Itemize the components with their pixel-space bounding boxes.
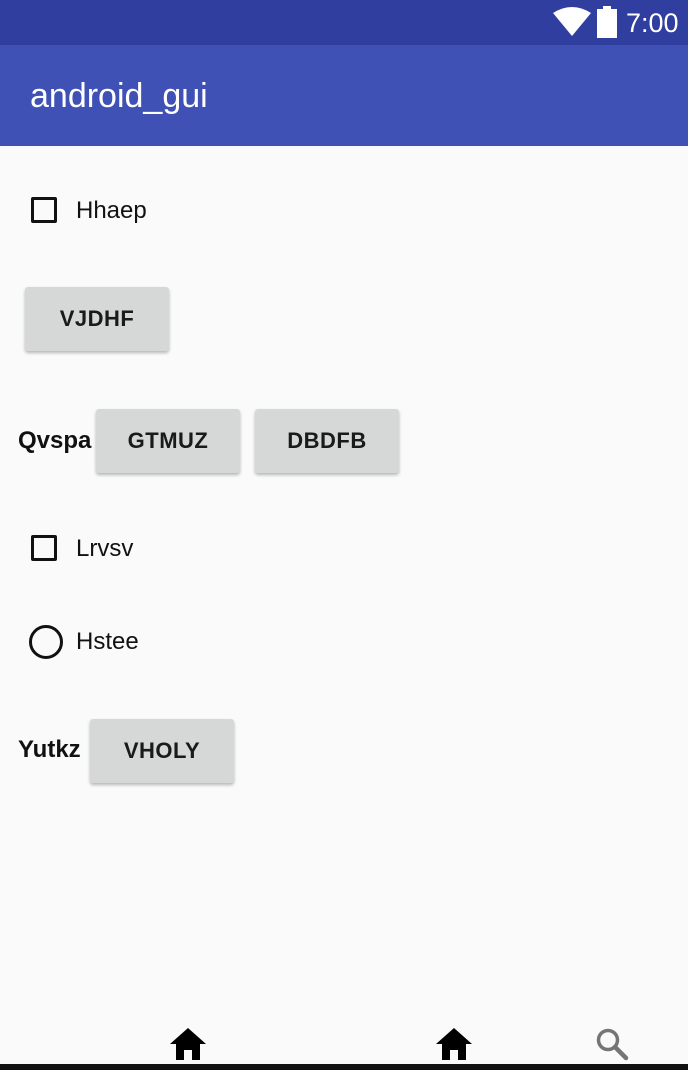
status-bar: 7:00 <box>0 0 688 45</box>
radio-hstee-label[interactable]: Hstee <box>76 627 139 657</box>
qvspa-label: Qvspa <box>18 427 92 454</box>
checkbox-hhaep[interactable] <box>31 197 57 223</box>
radio-hstee[interactable] <box>29 625 63 659</box>
app-bar: android_gui <box>0 45 688 146</box>
gtmuz-button[interactable]: GTMUZ <box>96 409 240 473</box>
home-icon[interactable] <box>435 1027 473 1061</box>
dbdfb-button[interactable]: DBDFB <box>255 409 399 473</box>
checkbox-hhaep-label[interactable]: Hhaep <box>76 196 147 226</box>
navigation-bar-edge <box>0 1064 688 1070</box>
app-title: android_gui <box>30 77 208 115</box>
checkbox-lrvsv-label[interactable]: Lrvsv <box>76 534 133 564</box>
wifi-icon <box>553 7 591 36</box>
search-icon[interactable] <box>595 1027 629 1061</box>
battery-icon <box>597 6 617 38</box>
vholy-button[interactable]: VHOLY <box>90 719 234 783</box>
vjdhf-button[interactable]: VJDHF <box>25 287 169 351</box>
home-icon[interactable] <box>169 1027 207 1061</box>
checkbox-lrvsv[interactable] <box>31 535 57 561</box>
status-time: 7:00 <box>626 8 679 38</box>
yutkz-label: Yutkz <box>18 736 81 763</box>
